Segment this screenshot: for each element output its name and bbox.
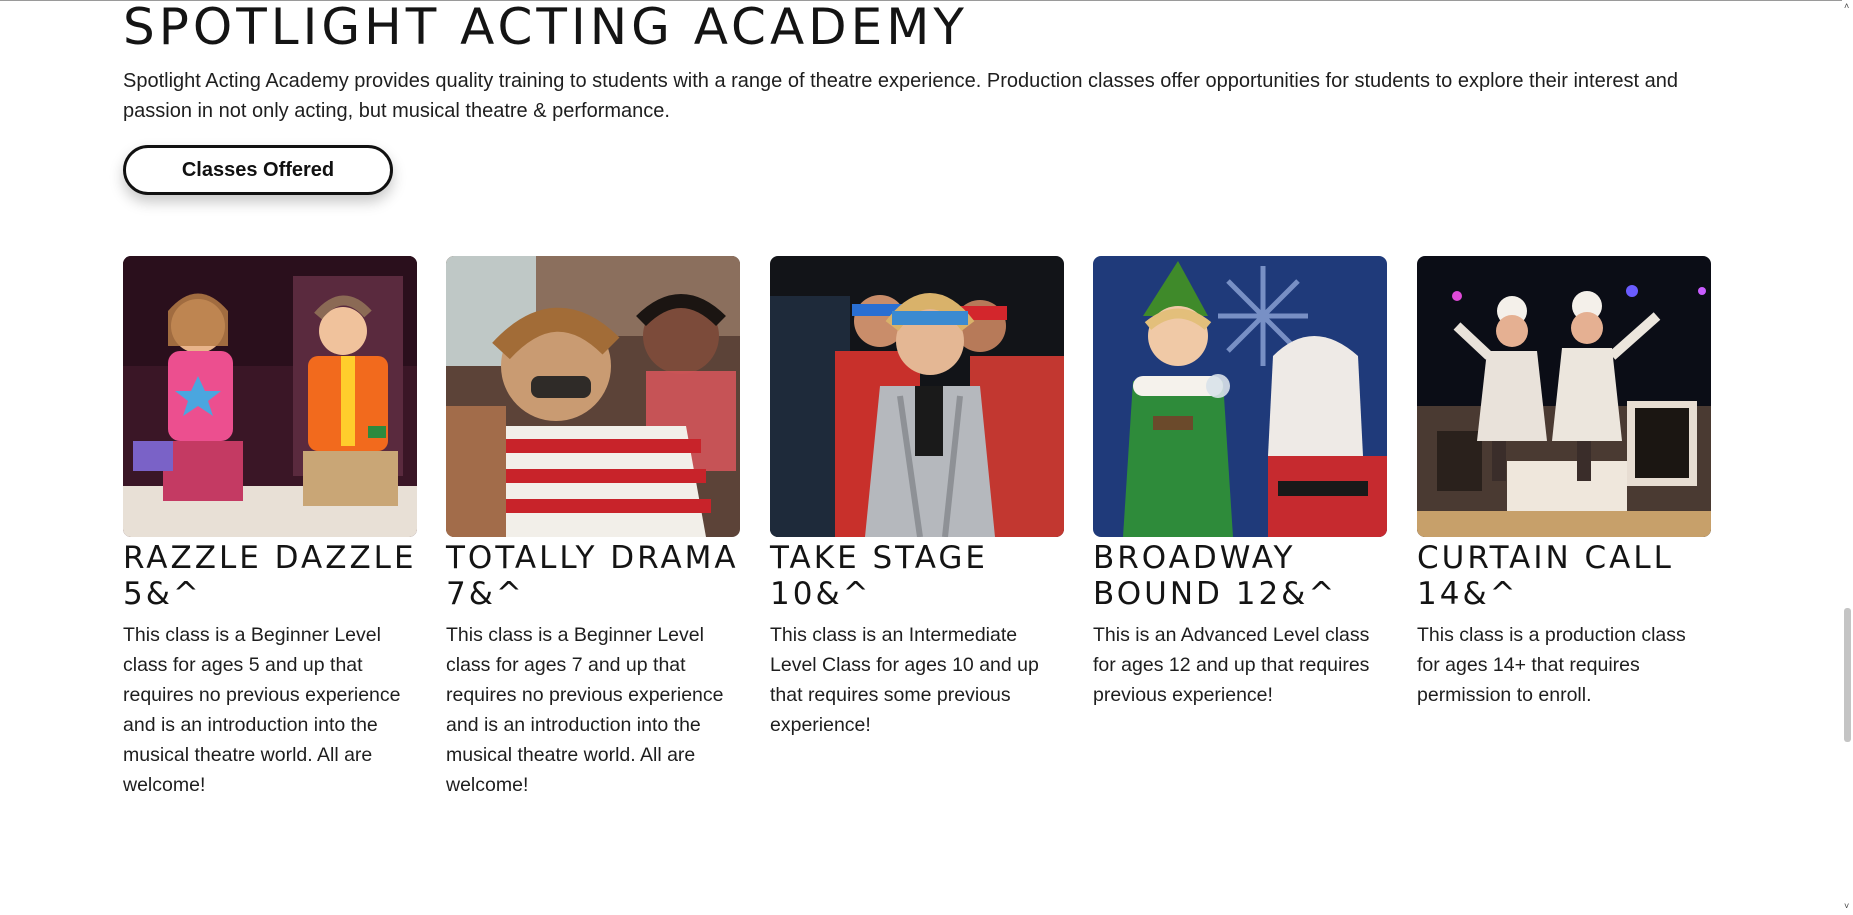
class-card-razzle-dazzle: Razzle Dazzle 5&^ This class is a Beginn… [123, 256, 417, 800]
class-photo[interactable] [1093, 256, 1387, 537]
classes-offered-button[interactable]: Classes Offered [123, 145, 393, 195]
scroll-down-arrow-icon[interactable]: ˅ [1844, 902, 1849, 911]
class-photo[interactable] [1417, 256, 1711, 537]
class-title: Take Stage 10&^ [770, 540, 988, 612]
page-scrollbar[interactable]: ˄ ˅ [1842, 0, 1853, 915]
scroll-up-arrow-icon[interactable]: ˄ [1844, 2, 1849, 11]
scrollbar-thumb[interactable] [1844, 608, 1851, 742]
class-title: Curtain Call 14&^ [1417, 540, 1674, 612]
class-card-totally-drama: Totally Drama 7&^ This class is a Beginn… [446, 256, 740, 800]
class-description: This class is a production class for age… [1417, 624, 1686, 706]
class-description: This class is a Beginner Level class for… [123, 624, 401, 796]
class-card-take-stage: Take Stage 10&^ This class is an Interme… [770, 256, 1064, 740]
class-photo[interactable] [770, 256, 1064, 537]
page-title: Spotlight Acting Academy [123, 0, 968, 56]
class-title: Broadway Bound 12&^ [1093, 540, 1338, 612]
class-photo[interactable] [446, 256, 740, 537]
class-card-curtain-call: Curtain Call 14&^ This class is a produc… [1417, 256, 1711, 710]
class-description: This class is a Beginner Level class for… [446, 624, 724, 796]
intro-paragraph: Spotlight Acting Academy provides qualit… [123, 70, 1678, 122]
class-card-broadway-bound: Broadway Bound 12&^ This is an Advanced … [1093, 256, 1387, 710]
class-photo[interactable] [123, 256, 417, 537]
class-description: This class is an Intermediate Level Clas… [770, 624, 1039, 736]
class-title: Razzle Dazzle 5&^ [123, 540, 417, 612]
class-title: Totally Drama 7&^ [446, 540, 739, 612]
class-description: This is an Advanced Level class for ages… [1093, 624, 1370, 706]
